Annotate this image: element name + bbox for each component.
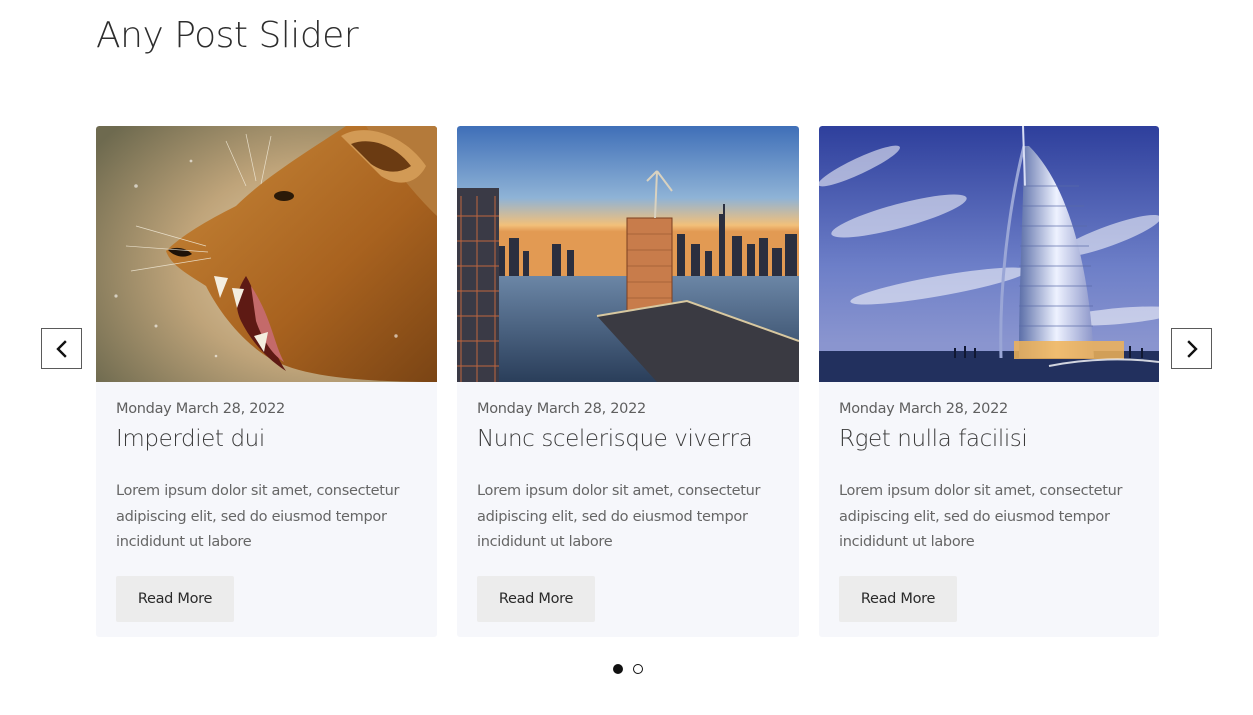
post-image-lioness[interactable] bbox=[96, 126, 437, 382]
post-card: Monday March 28, 2022 Rget nulla facilis… bbox=[819, 126, 1159, 637]
post-image-city[interactable] bbox=[457, 126, 799, 382]
post-date: Monday March 28, 2022 bbox=[116, 401, 285, 417]
pagination-dot-1[interactable] bbox=[613, 664, 623, 674]
post-title[interactable]: Imperdiet dui bbox=[116, 426, 265, 452]
page-title: Any Post Slider bbox=[96, 15, 359, 56]
post-date: Monday March 28, 2022 bbox=[839, 401, 1008, 417]
city-image bbox=[457, 126, 799, 382]
post-card: Monday March 28, 2022 Nunc scelerisque v… bbox=[457, 126, 799, 637]
post-image-hotel[interactable] bbox=[819, 126, 1159, 382]
read-more-button[interactable]: Read More bbox=[116, 576, 234, 622]
slider-next-button[interactable] bbox=[1171, 328, 1212, 369]
post-title[interactable]: Nunc scelerisque viverra bbox=[477, 426, 753, 452]
lioness-image bbox=[96, 126, 437, 382]
post-title[interactable]: Rget nulla facilisi bbox=[839, 426, 1028, 452]
read-more-button[interactable]: Read More bbox=[839, 576, 957, 622]
slider-pagination bbox=[613, 664, 643, 674]
chevron-right-icon bbox=[1186, 339, 1198, 358]
post-date: Monday March 28, 2022 bbox=[477, 401, 646, 417]
hotel-tower-image bbox=[819, 126, 1159, 382]
post-excerpt: Lorem ipsum dolor sit amet, consectetur … bbox=[116, 483, 400, 550]
post-excerpt: Lorem ipsum dolor sit amet, consectetur … bbox=[477, 483, 761, 550]
slider-prev-button[interactable] bbox=[41, 328, 82, 369]
post-card: Monday March 28, 2022 Imperdiet dui Lore… bbox=[96, 126, 437, 637]
page: Any Post Slider Monday March 28, 2022 Im… bbox=[0, 0, 1253, 715]
post-excerpt: Lorem ipsum dolor sit amet, consectetur … bbox=[839, 483, 1123, 550]
pagination-dot-2[interactable] bbox=[633, 664, 643, 674]
read-more-button[interactable]: Read More bbox=[477, 576, 595, 622]
chevron-left-icon bbox=[55, 339, 67, 358]
